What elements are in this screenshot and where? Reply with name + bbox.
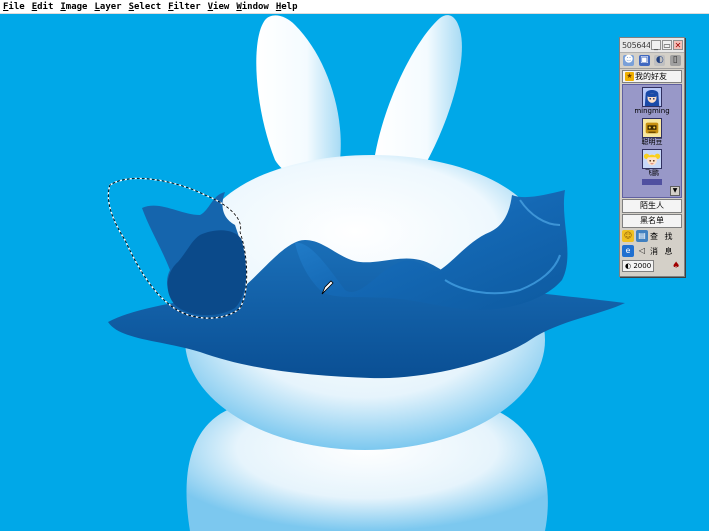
qq-message-row[interactable]: e ◁ 消 息 — [622, 244, 682, 258]
menu-filter[interactable]: Filter — [168, 1, 201, 13]
folder-icon[interactable]: ▣ — [638, 55, 650, 66]
friend-partial — [642, 179, 662, 185]
friend-item[interactable]: 聪明豆 — [623, 118, 681, 147]
friend-item[interactable]: 飞鹏 — [623, 149, 681, 178]
qq-minimize-button[interactable]: _ — [651, 40, 661, 50]
menu-window[interactable]: Window — [236, 1, 269, 13]
qq-logo-icon: ◐ — [625, 262, 632, 270]
qq-toolbar: ☻ ▣ ◐ ▯ — [620, 53, 684, 69]
message-label[interactable]: 消 息 — [650, 246, 675, 257]
friend-name: mingming — [634, 107, 670, 115]
menu-help[interactable]: Help — [276, 1, 298, 13]
menu-edit[interactable]: Edit — [32, 1, 54, 13]
menu-image[interactable]: Image — [60, 1, 87, 13]
menu-bar: File Edit Image Layer Select Filter View… — [0, 0, 709, 14]
qq-friend-list[interactable]: mingming 聪明豆 飞鹏 ▼ — [622, 84, 682, 198]
qq-group-my-friends[interactable]: ★ 我的好友 — [622, 70, 682, 83]
robot-avatar — [642, 118, 662, 138]
qq-bottom-bar: ◐ 2000 ♠ — [622, 259, 682, 273]
trash-icon[interactable]: ▯ — [669, 55, 681, 66]
qq-restore-button[interactable]: ▭ — [662, 40, 672, 50]
ie-icon[interactable]: e — [622, 245, 634, 257]
qq-group-strangers[interactable]: 陌生人 — [622, 199, 682, 213]
chat-icon[interactable]: ☺ — [622, 230, 634, 242]
app-window: File Edit Image Layer Select Filter View… — [0, 0, 709, 531]
qq-start-button[interactable]: ◐ 2000 — [622, 260, 655, 272]
qq-panel: 505644 _ ▭ ✕ ☻ ▣ ◐ ▯ ★ 我的好友 mingming 聪明豆… — [619, 37, 685, 277]
qq-start-label: 2000 — [633, 262, 652, 270]
artwork-svg — [107, 15, 625, 531]
friend-name: 飞鹏 — [645, 169, 659, 177]
qq-close-button[interactable]: ✕ — [673, 40, 683, 50]
search-label[interactable]: 查 找 — [650, 231, 675, 242]
rabbit-ears — [256, 15, 462, 180]
menu-file[interactable]: File — [3, 1, 25, 13]
anime-girl-avatar — [642, 87, 662, 107]
globe-icon[interactable]: ◐ — [654, 55, 666, 66]
qq-group-label: 我的好友 — [635, 72, 667, 81]
users-icon[interactable]: ☻ — [623, 55, 635, 66]
qq-title: 505644 — [622, 40, 650, 50]
qq-group-blacklist[interactable]: 黑名单 — [622, 214, 682, 228]
qq-titlebar[interactable]: 505644 _ ▭ ✕ — [620, 38, 684, 53]
friend-item[interactable]: mingming — [623, 87, 681, 116]
scroll-down-button[interactable]: ▼ — [670, 186, 680, 196]
speaker-icon[interactable]: ◁ — [636, 245, 648, 257]
menu-select[interactable]: Select — [129, 1, 162, 13]
menu-layer[interactable]: Layer — [94, 1, 121, 13]
group-star-icon: ★ — [625, 72, 634, 81]
menu-view[interactable]: View — [208, 1, 230, 13]
penguin-icon[interactable]: ♠ — [670, 260, 682, 272]
computer-icon[interactable]: ▤ — [636, 230, 648, 242]
qq-search-row[interactable]: ☺ ▤ 查 找 — [622, 229, 682, 243]
blonde-girl-avatar — [642, 149, 662, 169]
friend-name: 聪明豆 — [641, 138, 663, 146]
image-canvas[interactable] — [0, 14, 709, 531]
